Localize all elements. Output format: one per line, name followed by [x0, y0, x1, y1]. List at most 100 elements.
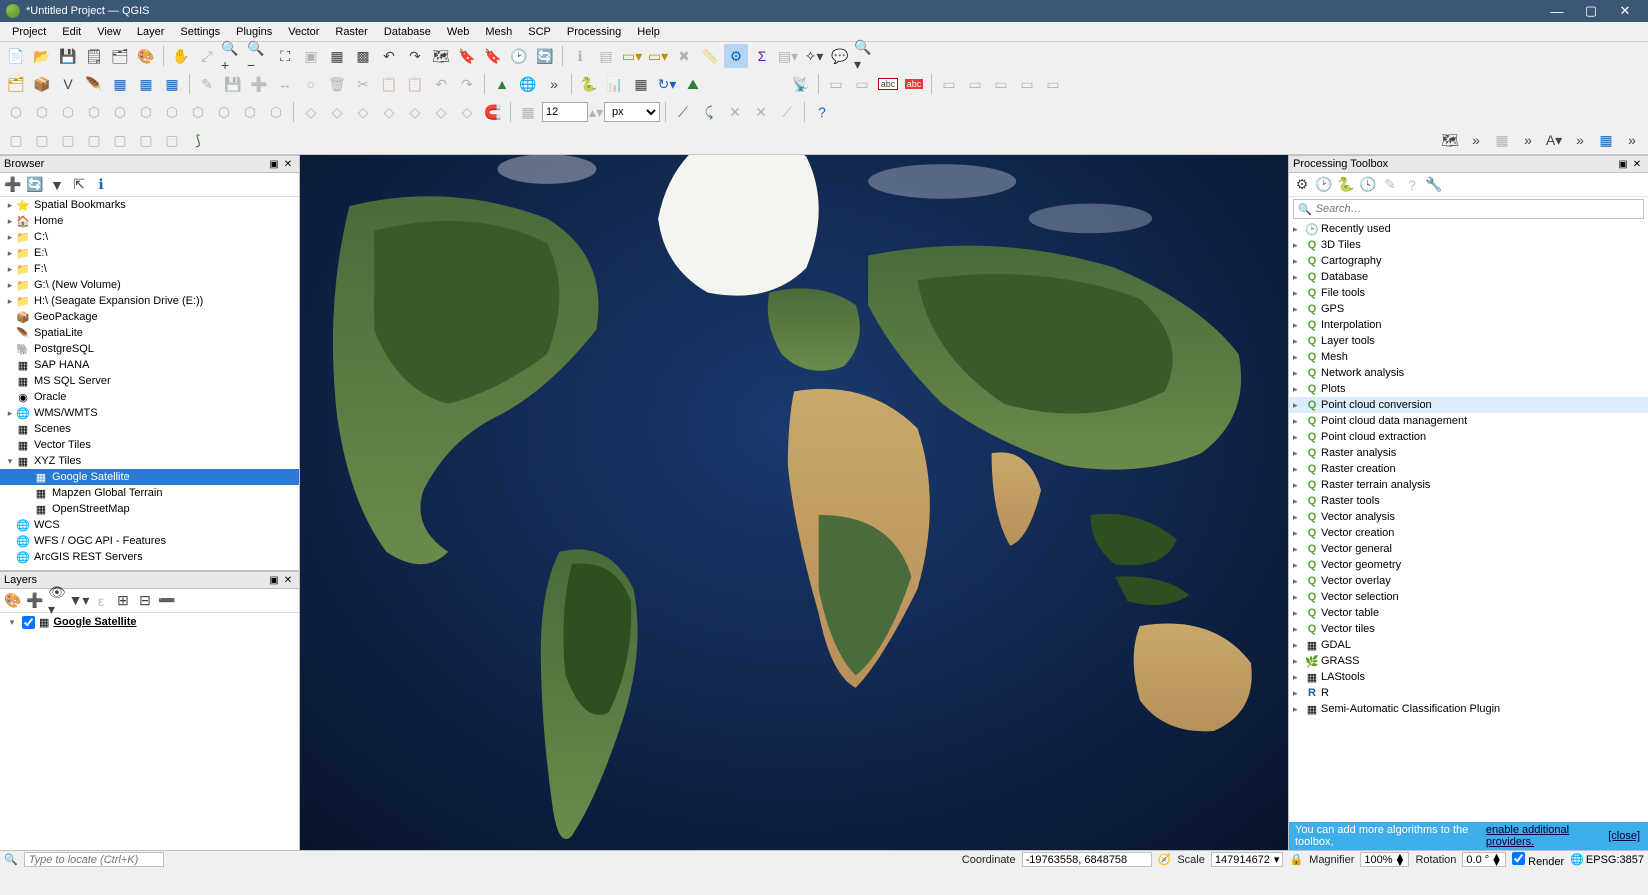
browser-item[interactable]: ▸📁E:\ — [0, 245, 299, 261]
shape-digit-3[interactable]: ✕ — [723, 100, 747, 124]
browser-item[interactable]: 🌐WFS / OGC API - Features — [0, 533, 299, 549]
layer-style-button[interactable]: 🎨 — [4, 592, 22, 610]
menu-settings[interactable]: Settings — [172, 24, 228, 40]
adv-digit-1[interactable]: ◇ — [299, 100, 323, 124]
lock-scale-icon[interactable]: 🔒 — [1289, 853, 1303, 866]
processing-group[interactable]: ▸QMesh — [1289, 349, 1648, 365]
processing-group[interactable]: ▸QDatabase — [1289, 269, 1648, 285]
render-checkbox[interactable]: Render — [1512, 852, 1564, 868]
save-edits-button[interactable]: 💾 — [221, 72, 245, 96]
zoom-to-selection-button[interactable]: ▣ — [299, 44, 323, 68]
snap-opt-3[interactable]: ⬡ — [82, 100, 106, 124]
deselect-all-button[interactable]: ✖ — [672, 44, 696, 68]
add-feature-button[interactable]: ➕ — [247, 72, 271, 96]
new-mesh-button[interactable]: ▦ — [134, 72, 158, 96]
processing-edit-button[interactable]: ✎ — [1381, 176, 1399, 194]
manage-visibility-button[interactable]: 👁▾ — [48, 592, 66, 610]
adv-digit-7[interactable]: ◇ — [455, 100, 479, 124]
filter-browser-button[interactable]: ▼ — [48, 176, 66, 194]
magnifier-value[interactable]: 100%▲▼ — [1360, 852, 1409, 867]
enable-snapping-button[interactable]: 🧲 — [481, 100, 505, 124]
processing-script-button[interactable]: 🐍 — [1337, 176, 1355, 194]
processing-undock-button[interactable]: ▣ — [1616, 157, 1630, 171]
browser-item[interactable]: 🌐WCS — [0, 517, 299, 533]
identify-button[interactable]: ℹ — [568, 44, 592, 68]
adv-digit-3[interactable]: ◇ — [351, 100, 375, 124]
browser-item[interactable]: ▦MS SQL Server — [0, 373, 299, 389]
label-tool-4[interactable]: abc — [902, 72, 926, 96]
browser-item[interactable]: ▦Google Satellite — [0, 469, 299, 485]
zoom-full-button[interactable]: ⛶ — [273, 44, 297, 68]
gps-tool-button[interactable]: 📡 — [789, 72, 813, 96]
plugin-btn-6[interactable]: ▢ — [134, 128, 158, 152]
nodes-button[interactable]: ✧▾ — [802, 44, 826, 68]
new-spatialite-button[interactable]: 🪶 — [82, 72, 106, 96]
menu-project[interactable]: Project — [4, 24, 54, 40]
scp-more-1[interactable]: » — [1464, 128, 1488, 152]
toggle-edit-button[interactable]: ✎ — [195, 72, 219, 96]
browser-item[interactable]: ▸📁F:\ — [0, 261, 299, 277]
map-canvas[interactable] — [300, 155, 1288, 850]
show-bookmarks-button[interactable]: 🔖 — [481, 44, 505, 68]
browser-undock-button[interactable]: ▣ — [267, 157, 281, 171]
snap-opt-10[interactable]: ⬡ — [264, 100, 288, 124]
browser-item[interactable]: ▸📁C:\ — [0, 229, 299, 245]
zoom-native-button[interactable]: ▩ — [351, 44, 375, 68]
processing-group[interactable]: ▸QRaster analysis — [1289, 445, 1648, 461]
label-move-button[interactable]: ▭ — [937, 72, 961, 96]
menu-database[interactable]: Database — [376, 24, 439, 40]
menu-vector[interactable]: Vector — [280, 24, 327, 40]
topology-checker-button[interactable]: ▲ — [490, 72, 514, 96]
plugin-btn-3[interactable]: ▢ — [56, 128, 80, 152]
measure-button[interactable]: 📏 — [698, 44, 722, 68]
browser-panel-header[interactable]: Browser ▣ ✕ — [0, 155, 299, 173]
open-project-button[interactable]: 📂 — [30, 44, 54, 68]
browser-item[interactable]: ▦Vector Tiles — [0, 437, 299, 453]
label-show-button[interactable]: ▭ — [1041, 72, 1065, 96]
menu-layer[interactable]: Layer — [129, 24, 173, 40]
menu-plugins[interactable]: Plugins — [228, 24, 280, 40]
browser-item[interactable]: ▸📁H:\ (Seagate Expansion Drive (E:)) — [0, 293, 299, 309]
reproject-button[interactable]: ↻▾ — [655, 72, 679, 96]
shape-digit-2[interactable]: ⤹ — [697, 100, 721, 124]
scp-more-3[interactable]: » — [1568, 128, 1592, 152]
toggle-extents-icon[interactable]: 🧭 — [1158, 853, 1172, 866]
processing-group[interactable]: ▸QPoint cloud conversion — [1289, 397, 1648, 413]
adv-digit-2[interactable]: ◇ — [325, 100, 349, 124]
processing-model-button[interactable]: ⚙ — [1293, 176, 1311, 194]
refresh-browser-button[interactable]: 🔄 — [26, 176, 44, 194]
zoom-out-button[interactable]: 🔍− — [247, 44, 271, 68]
scp-dock-button-2[interactable]: ▦ — [1490, 128, 1514, 152]
minimize-button[interactable]: — — [1540, 4, 1574, 19]
snap-opt-5[interactable]: ⬡ — [134, 100, 158, 124]
zoom-in-button[interactable]: 🔍+ — [221, 44, 245, 68]
menu-scp[interactable]: SCP — [520, 24, 559, 40]
adv-digit-5[interactable]: ◇ — [403, 100, 427, 124]
temporal-controller-button[interactable]: 🕑 — [507, 44, 531, 68]
expand-all-button[interactable]: ⊞ — [114, 592, 132, 610]
processing-group[interactable]: ▸▦LAStools — [1289, 669, 1648, 685]
save-project-button[interactable]: 💾 — [56, 44, 80, 68]
processing-group[interactable]: ▸QPoint cloud extraction — [1289, 429, 1648, 445]
browser-item[interactable]: ◉Oracle — [0, 389, 299, 405]
browser-item[interactable]: ▦Mapzen Global Terrain — [0, 485, 299, 501]
browser-item[interactable]: ▸⭐Spatial Bookmarks — [0, 197, 299, 213]
browser-item[interactable]: 📦GeoPackage — [0, 309, 299, 325]
processing-group[interactable]: ▸▦Semi-Automatic Classification Plugin — [1289, 701, 1648, 717]
move-feature-button[interactable]: ↔ — [273, 72, 297, 96]
adv-digit-4[interactable]: ◇ — [377, 100, 401, 124]
new-virtual-layer-button[interactable]: ▦ — [108, 72, 132, 96]
plugin-btn-1[interactable]: ▢ — [4, 128, 28, 152]
processing-group[interactable]: ▸▦GDAL — [1289, 637, 1648, 653]
help-button[interactable]: ? — [810, 100, 834, 124]
menu-help[interactable]: Help — [629, 24, 668, 40]
plugin-btn-4[interactable]: ▢ — [82, 128, 106, 152]
data-source-manager-button[interactable]: 🗂 — [4, 72, 28, 96]
processing-group[interactable]: ▸QVector analysis — [1289, 509, 1648, 525]
histogram-button[interactable]: 📊 — [603, 72, 627, 96]
scp-dock-button-1[interactable]: 🗺 — [1438, 128, 1462, 152]
zoom-next-button[interactable]: ↷ — [403, 44, 427, 68]
tolerance-input[interactable] — [542, 102, 588, 122]
locator-input[interactable] — [24, 852, 164, 867]
processing-group[interactable]: ▸QRaster tools — [1289, 493, 1648, 509]
